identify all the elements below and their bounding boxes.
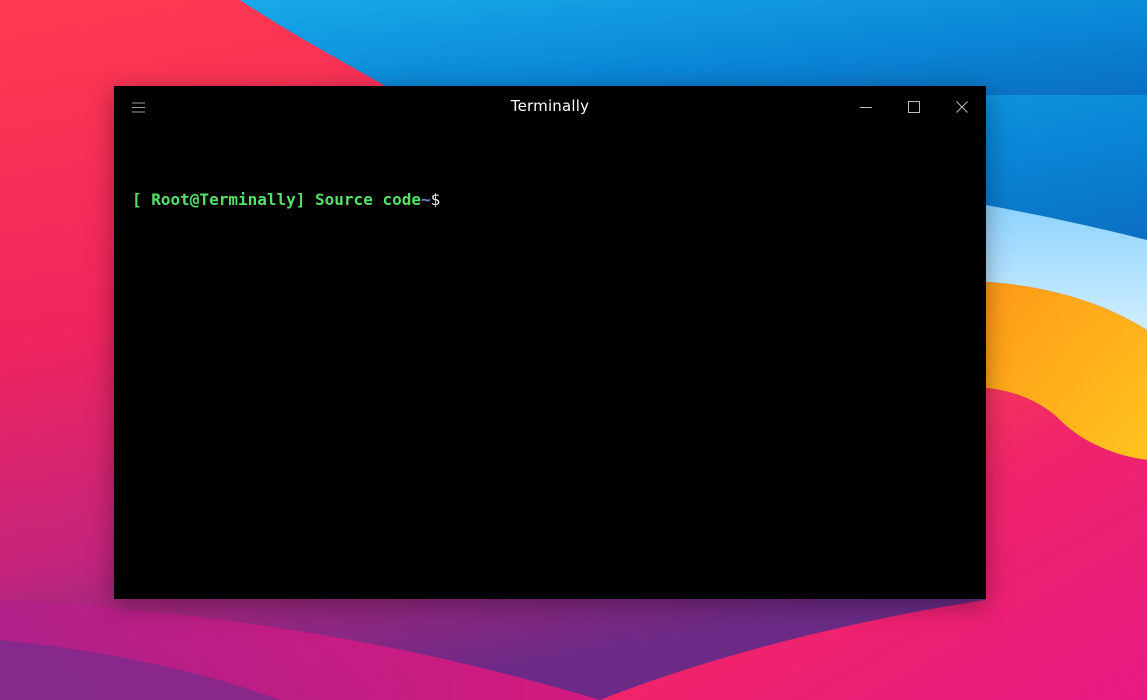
prompt-path: ~ (420, 190, 431, 209)
prompt-line: [ Root@Terminally] Source code~$ (132, 188, 968, 212)
minimize-icon (860, 98, 872, 117)
window-controls (842, 86, 986, 128)
prompt-symbol: $ (430, 190, 441, 209)
maximize-icon (908, 98, 920, 117)
close-icon (956, 98, 968, 117)
minimize-button[interactable] (842, 86, 890, 128)
terminal-output[interactable]: [ Root@Terminally] Source code~$ (132, 140, 968, 589)
prompt-user-host: [ Root@Terminally] Source code (132, 190, 421, 209)
maximize-button[interactable] (890, 86, 938, 128)
terminal-window: Terminally [Root@Terminally] Source cod… (114, 86, 986, 599)
close-button[interactable] (938, 86, 986, 128)
title-bar[interactable]: Terminally (114, 86, 986, 128)
